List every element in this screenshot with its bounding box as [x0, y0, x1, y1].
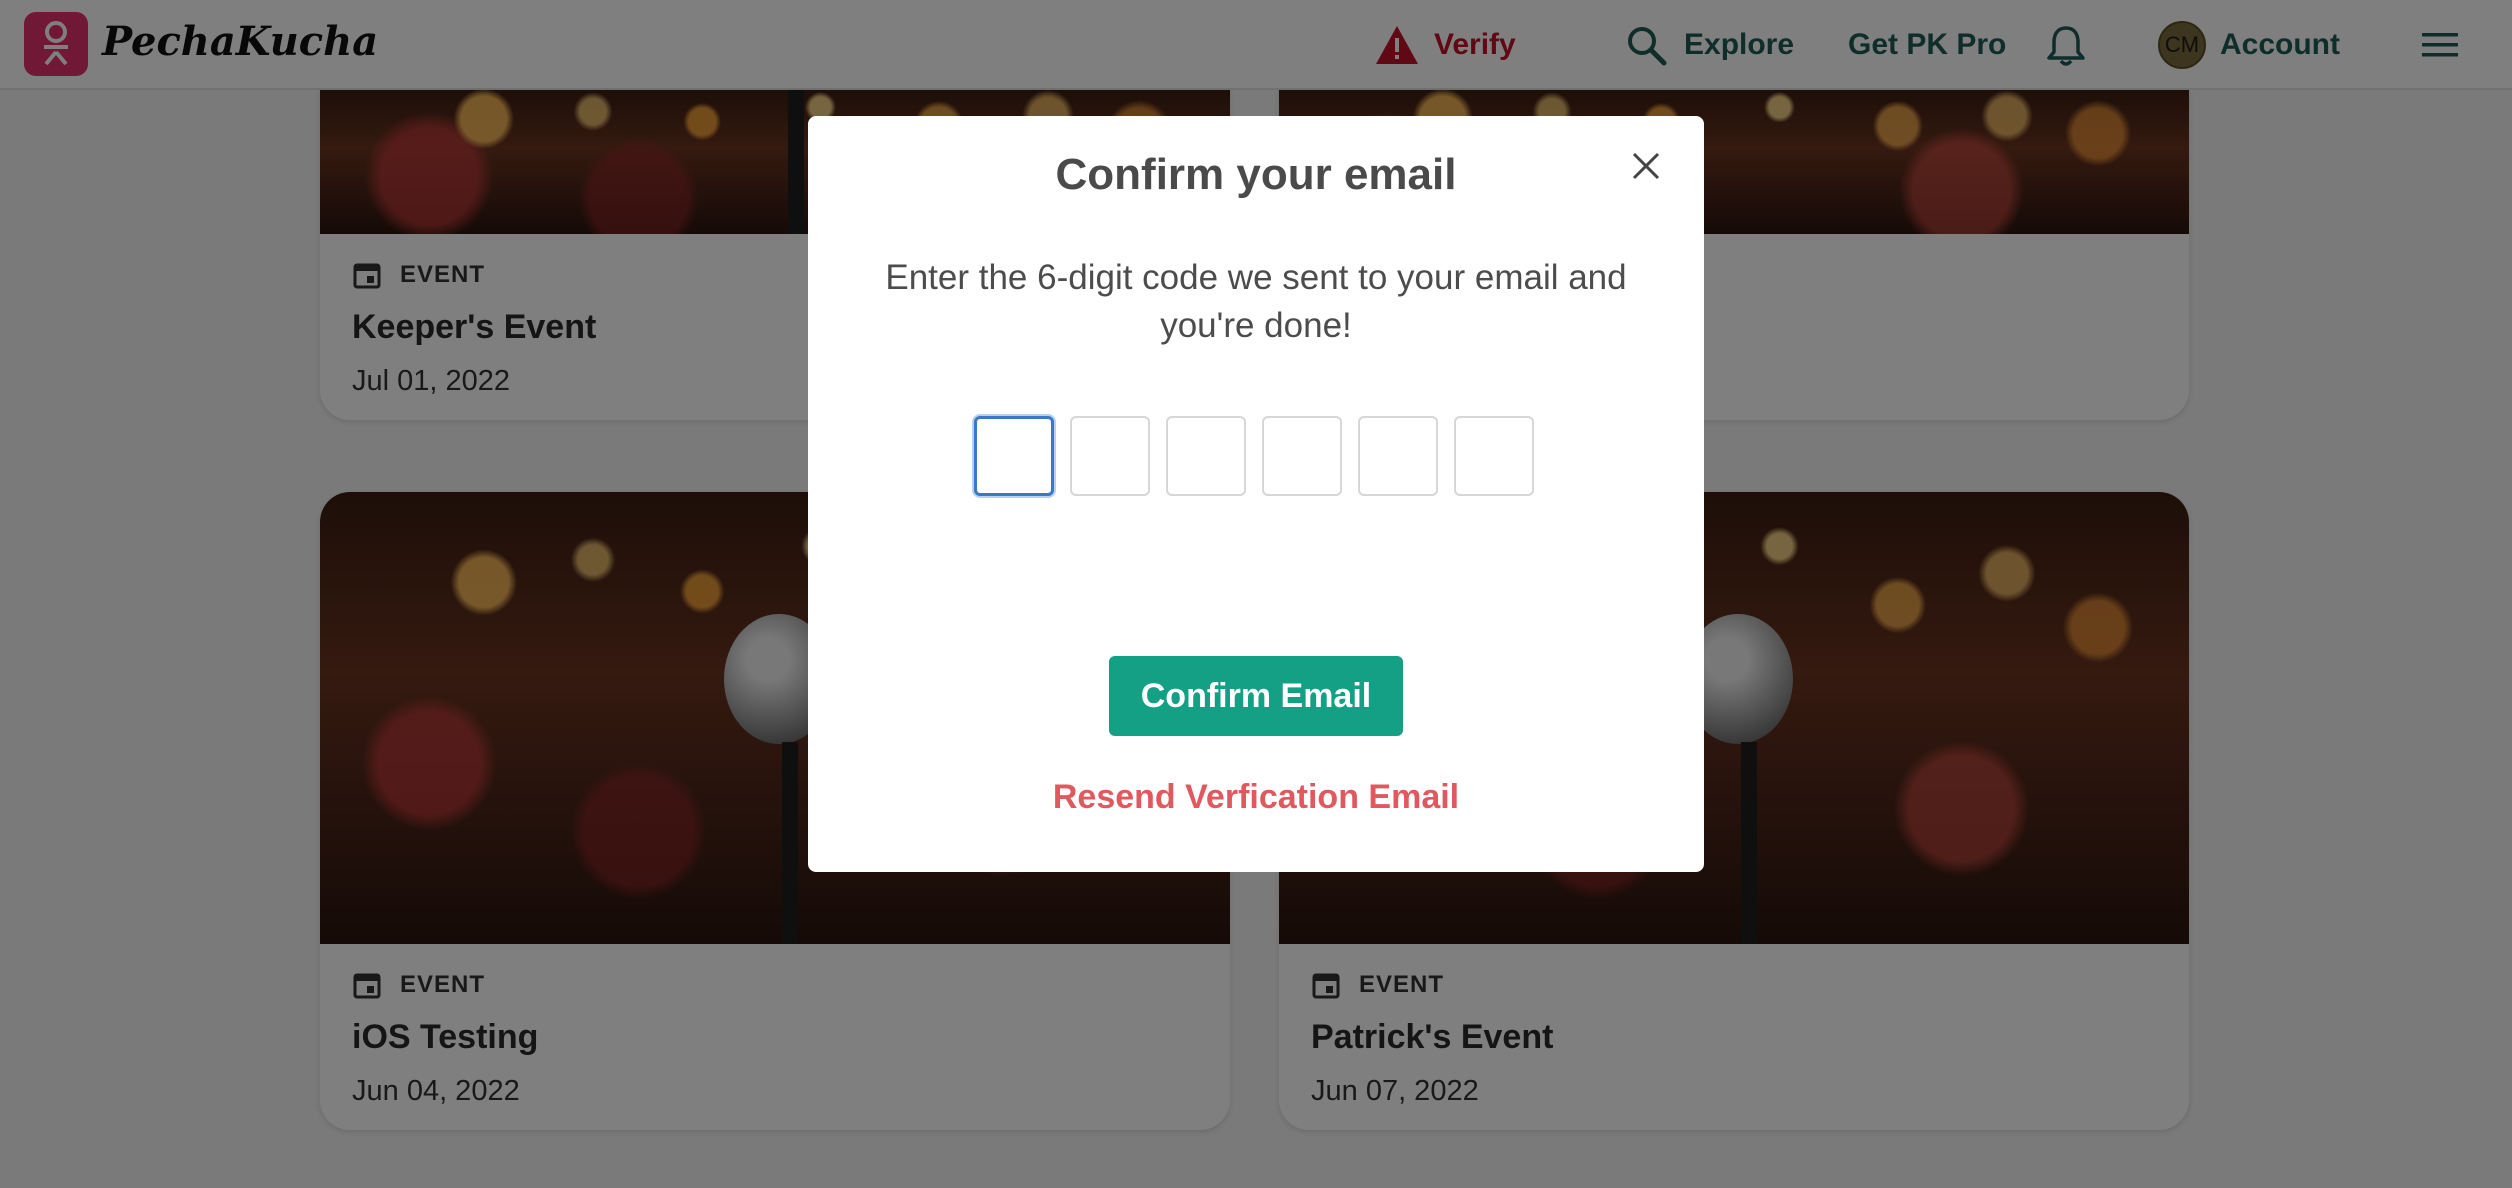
code-digit-6[interactable]	[1454, 416, 1534, 496]
resend-verification-link[interactable]: Resend Verfication Email	[808, 778, 1704, 817]
confirm-email-button[interactable]: Confirm Email	[1109, 656, 1403, 736]
code-digit-3[interactable]	[1166, 416, 1246, 496]
page: PechaKucha Verify Explore Get PK Pro	[0, 0, 2512, 1188]
code-digit-1[interactable]	[974, 416, 1054, 496]
verification-code-inputs	[974, 416, 1550, 496]
close-icon	[1632, 152, 1660, 180]
code-digit-5[interactable]	[1358, 416, 1438, 496]
code-digit-4[interactable]	[1262, 416, 1342, 496]
code-digit-2[interactable]	[1070, 416, 1150, 496]
modal-description: Enter the 6-digit code we sent to your e…	[885, 258, 1627, 345]
confirm-email-modal: Confirm your email Enter the 6-digit cod…	[808, 116, 1704, 872]
close-button[interactable]	[1626, 146, 1666, 186]
modal-title: Confirm your email	[1055, 150, 1457, 199]
